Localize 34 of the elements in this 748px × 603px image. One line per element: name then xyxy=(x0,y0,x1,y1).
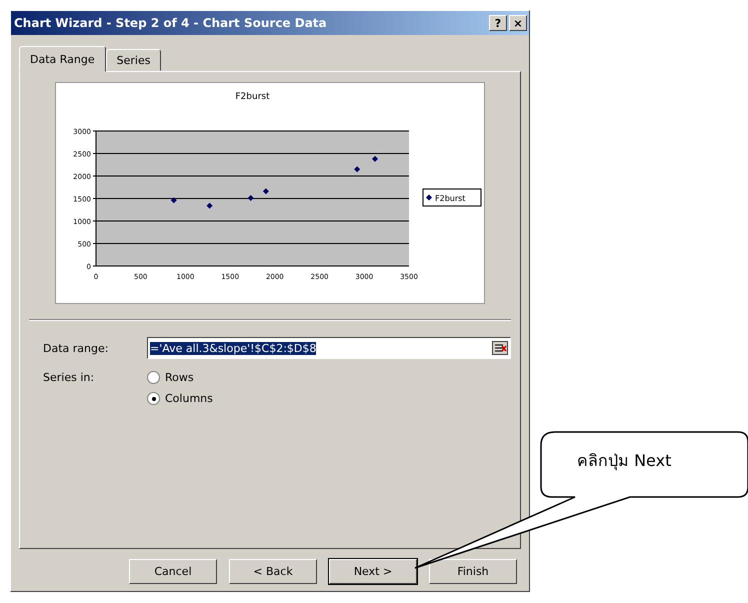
tick-mark xyxy=(92,220,96,222)
radio-label: Columns xyxy=(165,392,213,405)
legend-label: F2burst xyxy=(435,194,466,203)
close-button[interactable]: × xyxy=(509,15,527,31)
field-label: Series in: xyxy=(43,371,96,384)
help-button[interactable]: ? xyxy=(489,15,507,31)
data-point xyxy=(262,188,269,194)
radio-button[interactable] xyxy=(147,392,160,405)
radio-option[interactable]: Columns xyxy=(147,392,213,405)
data-point xyxy=(248,195,254,202)
dialog-button[interactable]: Cancel xyxy=(129,559,217,584)
chart-legend: F2burst xyxy=(422,188,482,206)
tab[interactable]: Data Range xyxy=(19,46,106,72)
data-range-field[interactable]: ='Ave all.3&slope'!$C$2:$D$8 xyxy=(147,337,511,359)
radio-option[interactable]: Rows xyxy=(147,371,213,384)
tick-mark xyxy=(92,153,96,154)
dialog-button[interactable]: < Back xyxy=(229,559,317,584)
data-point xyxy=(354,166,360,172)
window-title: Chart Wizard - Step 2 of 4 - Chart Source Data xyxy=(14,16,327,30)
tick-mark xyxy=(92,243,96,244)
tick-mark xyxy=(92,130,96,132)
collapse-dialog-icon[interactable] xyxy=(492,341,508,355)
chart-title: F2burst xyxy=(235,92,270,102)
field-label: Data range: xyxy=(43,342,110,354)
tab[interactable]: Series xyxy=(106,49,162,71)
data-point xyxy=(170,197,177,204)
tick-mark xyxy=(92,198,96,199)
callout-text: คลิกปุ่ม Next xyxy=(577,450,672,472)
radio-button[interactable] xyxy=(147,371,160,384)
dialog-button[interactable]: Next > xyxy=(329,559,417,584)
radio-label: Rows xyxy=(165,371,194,384)
data-point xyxy=(206,202,213,209)
data-point xyxy=(372,156,378,162)
dialog-button[interactable]: Finish xyxy=(429,559,517,584)
